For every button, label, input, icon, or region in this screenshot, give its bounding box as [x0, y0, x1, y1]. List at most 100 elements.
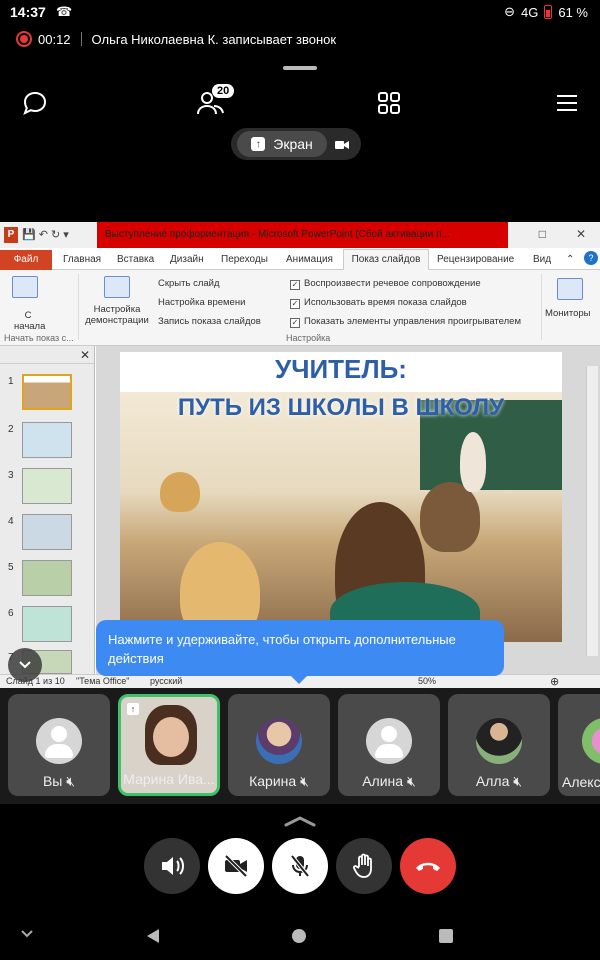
camera-toggle-button[interactable] — [208, 838, 264, 894]
narration-checkbox: ✓ Воспроизвести речевое сопровождение — [290, 278, 481, 290]
participant-tile[interactable]: Карина 🔇︎ — [228, 694, 330, 796]
quick-access-toolbar: 💾 ↶ ↻ ▾ — [22, 229, 69, 241]
participants-strip: Вы 🔇︎ ↑ Марина Ива... Карина 🔇︎ Алина 🔇︎… — [0, 688, 600, 804]
group-setup-label: Настройка — [286, 333, 331, 343]
recording-banner: 00:12 Ольга Николаевна К. записывает зво… — [0, 26, 600, 52]
divider — [78, 274, 79, 340]
mic-toggle-button[interactable] — [272, 838, 328, 894]
recording-duration: 00:12 — [38, 31, 71, 47]
slide-thumbnails: ✕ 1 2 3 4 5 6 7 — [0, 346, 95, 676]
tab-animation: Анимация — [286, 254, 333, 265]
mic-off-icon: 🔇︎ — [513, 773, 523, 789]
timings-checkbox: ✓ Использовать время показа слайдов — [290, 297, 467, 309]
mic-off-icon: 🔇︎ — [300, 773, 309, 789]
camera-view-icon[interactable] — [335, 138, 349, 156]
setup-label: Настройка демонстрации — [85, 304, 149, 326]
window-controls: □ ✕ — [539, 227, 586, 241]
close-pane-icon: ✕ — [80, 348, 91, 362]
participant-tile[interactable]: Вы 🔇︎ — [8, 694, 110, 796]
slide-title: УЧИТЕЛЬ: — [275, 354, 407, 384]
ribbon: С начала Настройка демонстрации Скрыть с… — [0, 270, 600, 346]
monitors-label: Мониторы — [545, 308, 591, 319]
record-label: Запись показа слайдов — [158, 316, 261, 327]
participant-tile[interactable]: Алекс — [558, 694, 600, 796]
shared-screen[interactable]: P 💾 ↶ ↻ ▾ Выступление профориентация - M… — [0, 222, 600, 688]
vertical-scrollbar — [586, 366, 598, 656]
view-switcher: ↑ Экран — [231, 128, 361, 160]
collapse-ribbon-icon: ⌃ — [566, 254, 575, 265]
mic-off-icon: 🔇︎ — [66, 773, 76, 789]
avatar — [366, 718, 412, 764]
status-bar: 14:37 ☎ ⊖ 4G 61 % — [0, 0, 600, 24]
battery-label: 61 % — [558, 4, 588, 20]
avatar — [476, 718, 522, 764]
battery-icon — [544, 5, 553, 19]
tooltip-arrow — [290, 675, 308, 684]
group-start-label: Начать показ с... — [4, 333, 74, 343]
tab-design: Дизайн — [170, 254, 204, 265]
hangup-icon — [416, 862, 440, 871]
raise-hand-button[interactable] — [336, 838, 392, 894]
chat-icon[interactable] — [20, 88, 50, 118]
slide-number: 5 — [8, 562, 14, 573]
participant-name: Алекс — [562, 774, 600, 790]
speaker-icon — [162, 857, 184, 875]
network-label: 4G — [521, 4, 539, 20]
expand-controls-icon[interactable] — [284, 814, 316, 832]
participant-name: Вы 🔇︎ — [42, 773, 76, 789]
system-navigation-bar — [0, 912, 600, 960]
avatar — [582, 718, 600, 764]
back-icon[interactable] — [146, 928, 160, 949]
speaker-button[interactable] — [144, 838, 200, 894]
participants-count-badge: 20 — [212, 84, 235, 98]
zoom-level: 50% — [418, 676, 437, 686]
zoom-in-icon: ⊕ — [550, 676, 560, 688]
tab-home: Главная — [63, 254, 102, 265]
student-figure — [420, 482, 480, 552]
monitor-icon — [557, 278, 583, 300]
drag-handle[interactable] — [283, 66, 317, 70]
phone-icon: ☎ — [56, 4, 73, 19]
participant-tile[interactable]: Алина 🔇︎ — [338, 694, 440, 796]
slide-thumbnail — [22, 560, 72, 596]
slide-thumbnail — [22, 468, 72, 504]
controls-checkbox: ✓ Показать элементы управления проигрыват… — [290, 316, 522, 328]
current-slide: УЧИТЕЛЬ: ПУТЬ ИЗ ШКОЛЫ В ШКОЛУ — [120, 352, 562, 642]
hint-tooltip[interactable]: Нажмите и удерживайте, чтобы открыть доп… — [96, 620, 504, 676]
tab-file: Файл — [0, 250, 52, 270]
recording-text: Ольга Николаевна К. записывает звонок — [91, 31, 337, 47]
menu-icon[interactable] — [552, 88, 582, 118]
avatar — [36, 718, 82, 764]
powerpoint-logo-icon: P — [4, 227, 18, 243]
grid-view-icon[interactable] — [374, 88, 404, 118]
close-icon: ✕ — [575, 227, 586, 241]
participant-tile-speaking[interactable]: ↑ Марина Ива... — [118, 694, 220, 796]
rehearse-label: Настройка времени — [158, 297, 246, 308]
participant-tile[interactable]: Алла 🔇︎ — [448, 694, 550, 796]
dnd-icon: ⊖ — [504, 4, 516, 19]
keyboard-hide-icon[interactable] — [20, 926, 34, 944]
avatar — [256, 718, 302, 764]
pin-icon: ↑ — [127, 703, 139, 715]
recents-icon[interactable] — [439, 929, 453, 943]
screen-share-button[interactable]: ↑ Экран — [237, 131, 327, 157]
ribbon-tabs: Файл Главная Вставка Дизайн Переходы Ани… — [0, 248, 600, 271]
slide-subtitle: ПУТЬ ИЗ ШКОЛЫ В ШКОЛУ — [177, 394, 505, 421]
share-screen-icon: ↑ — [251, 137, 266, 151]
participant-name: Алла 🔇︎ — [475, 773, 523, 789]
status-icons: ⊖ 4G 61 % — [504, 4, 588, 20]
home-icon[interactable] — [292, 929, 306, 943]
collapse-button[interactable] — [8, 648, 42, 682]
mic-off-icon — [290, 854, 310, 878]
hand-icon — [353, 853, 372, 878]
end-call-button[interactable] — [400, 838, 456, 894]
teacher-figure — [460, 432, 486, 492]
slideshow-start-icon — [12, 276, 38, 298]
mic-off-icon: 🔇︎ — [406, 773, 416, 789]
slide-thumbnail — [22, 374, 72, 410]
screen-share-label: Экран — [273, 136, 313, 152]
record-icon — [16, 31, 32, 47]
slide-thumbnail — [22, 422, 72, 458]
camera-off-icon — [224, 854, 248, 878]
maximize-icon: □ — [538, 227, 546, 241]
